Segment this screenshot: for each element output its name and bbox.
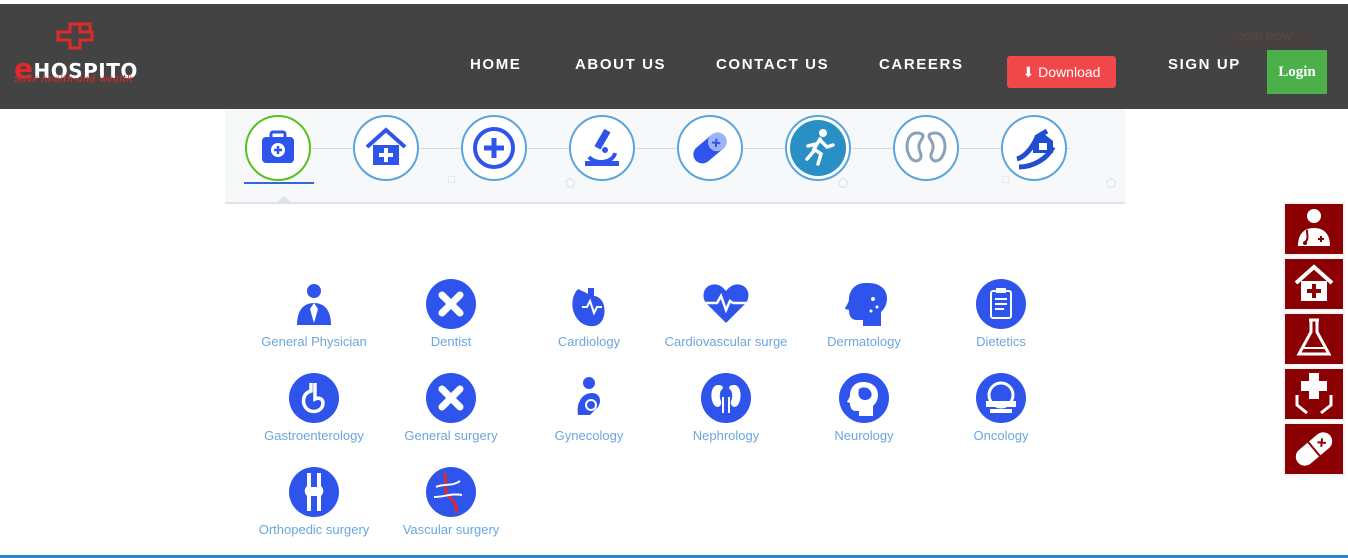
login-button[interactable]: Login	[1267, 50, 1327, 94]
brand-tagline: Save health and wealth	[14, 74, 133, 85]
join-now-link[interactable]: JOIN NOW	[1218, 28, 1312, 48]
stomach-icon	[289, 373, 339, 423]
brand-logo[interactable]: eHOSPITO Save health and wealth	[14, 18, 164, 88]
clipboard-icon	[976, 279, 1026, 329]
specialty-orthopedic-surgery[interactable]: Orthopedic surgery	[245, 467, 383, 537]
runner-icon[interactable]	[785, 115, 851, 181]
mother-baby-icon	[564, 373, 614, 423]
download-icon: ⬇	[1022, 64, 1035, 80]
brain-head-icon	[839, 373, 889, 423]
specialty-nephrology[interactable]: Nephrology	[657, 373, 795, 443]
hospital-icon	[1294, 264, 1334, 301]
kidney-icon[interactable]	[893, 115, 959, 181]
sidebar-pharmacy-button[interactable]	[1285, 424, 1343, 474]
top-navbar: eHOSPITO Save health and wealth HOME ABO…	[0, 4, 1348, 109]
download-label: Download	[1038, 64, 1101, 80]
home-care-icon[interactable]	[1001, 115, 1067, 181]
heartbeat-icon	[701, 279, 751, 329]
download-button[interactable]: ⬇ Download	[1007, 56, 1116, 88]
nav-contact-us[interactable]: CONTACT US	[716, 56, 829, 73]
specialty-dentist[interactable]: Dentist	[382, 279, 520, 349]
specialty-cardiology[interactable]: Cardiology	[520, 279, 658, 349]
scanner-icon	[976, 373, 1026, 423]
caring-hands-icon	[1295, 373, 1333, 415]
nav-about-us[interactable]: ABOUT US	[575, 56, 666, 73]
specialty-cardiovascular-surgery[interactable]: Cardiovascular surge	[657, 279, 795, 349]
specialty-oncology[interactable]: Oncology	[932, 373, 1070, 443]
specialty-gastroenterology[interactable]: Gastroenterology	[245, 373, 383, 443]
knee-joint-icon	[289, 467, 339, 517]
logo-mark-icon	[56, 22, 94, 50]
cross-x-icon	[426, 373, 476, 423]
specialty-gynecology[interactable]: Gynecology	[520, 373, 658, 443]
sidebar-doctor-button[interactable]	[1285, 204, 1343, 254]
specialty-dietetics[interactable]: Dietetics	[932, 279, 1070, 349]
active-tab-caret	[276, 196, 292, 203]
medical-kit-icon[interactable]	[245, 115, 311, 181]
nav-home[interactable]: HOME	[470, 56, 521, 73]
specialty-vascular-surgery[interactable]: Vascular surgery	[382, 467, 520, 537]
active-tab-indicator	[244, 182, 314, 184]
doctor-icon	[289, 279, 339, 329]
flask-icon	[1296, 318, 1332, 356]
sidebar-care-button[interactable]	[1285, 369, 1343, 419]
face-profile-icon	[839, 279, 889, 329]
specialty-general-physician[interactable]: General Physician	[245, 279, 383, 349]
vessel-icon	[426, 467, 476, 517]
specialty-general-surgery[interactable]: General surgery	[382, 373, 520, 443]
doctor-icon	[1298, 209, 1330, 246]
specialty-dermatology[interactable]: Dermatology	[795, 279, 933, 349]
nav-sign-up[interactable]: SIGN UP	[1168, 56, 1241, 73]
cross-x-icon	[426, 279, 476, 329]
sidebar-hospital-button[interactable]	[1285, 259, 1343, 309]
pill-icon[interactable]	[677, 115, 743, 181]
nav-careers[interactable]: CAREERS	[879, 56, 964, 73]
hospital-icon[interactable]	[353, 115, 419, 181]
heart-organ-icon	[564, 279, 614, 329]
specialty-neurology[interactable]: Neurology	[795, 373, 933, 443]
kidneys-icon	[701, 373, 751, 423]
pill-icon	[1295, 432, 1333, 466]
microscope-icon[interactable]	[569, 115, 635, 181]
sidebar-lab-button[interactable]	[1285, 314, 1343, 364]
plus-circle-icon[interactable]	[461, 115, 527, 181]
